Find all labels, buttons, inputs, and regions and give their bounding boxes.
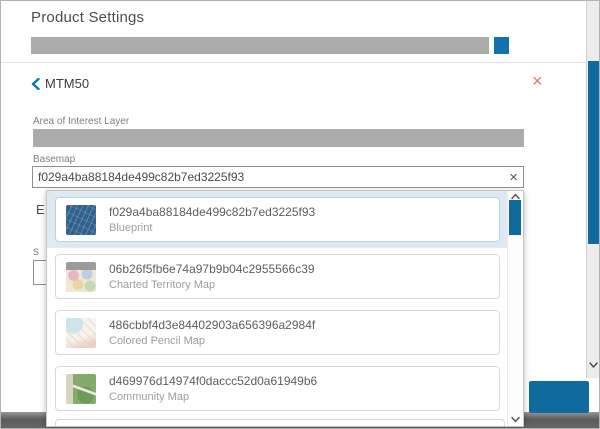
panel-scrollbar[interactable] (586, 1, 599, 378)
clear-input-icon[interactable]: × (509, 168, 518, 187)
dropdown-scroll-up-icon[interactable] (511, 193, 520, 200)
dropdown-scroll-down-icon[interactable] (511, 416, 520, 423)
basemap-option[interactable]: 06b26f5fb6e74a97b9b04c2955566c39 Charted… (55, 254, 500, 299)
basemap-thumbnail (66, 205, 96, 235)
blue-square-marker (494, 37, 509, 54)
page-title: Product Settings (31, 9, 144, 26)
close-icon[interactable]: × (532, 72, 543, 90)
basemap-item-name: Colored Pencil Map (109, 335, 315, 347)
basemap-option-card[interactable]: f029a4ba88184de499c82b7ed3225f93 Bluepri… (55, 197, 500, 242)
basemap-option[interactable]: d469976d14974f0daccc52d0a61949b6 Communi… (55, 366, 500, 411)
basemap-option[interactable]: f029a4ba88184de499c82b7ed3225f93 Bluepri… (47, 191, 508, 248)
basemap-item-id: f029a4ba88184de499c82b7ed3225f93 (109, 205, 315, 219)
back-button[interactable]: MTM50 (31, 76, 89, 91)
basemap-label: Basemap (33, 154, 75, 165)
basemap-option-texts: f029a4ba88184de499c82b7ed3225f93 Bluepri… (109, 205, 315, 234)
scroll-down-icon[interactable] (589, 361, 598, 369)
redacted-bar-top (31, 37, 489, 54)
basemap-thumbnail (66, 262, 96, 292)
basemap-dropdown-list: f029a4ba88184de499c82b7ed3225f93 Bluepri… (47, 191, 508, 411)
area-of-interest-field-redacted[interactable] (33, 129, 524, 147)
product-settings-dialog: Product Settings MTM50 × Area of Interes… (0, 0, 600, 429)
area-of-interest-label: Area of Interest Layer (33, 116, 129, 127)
occluded-label-s: S (33, 247, 39, 257)
basemap-thumbnail (66, 318, 96, 348)
back-chevron-icon (31, 78, 40, 90)
basemap-item-id: 06b26f5fb6e74a97b9b04c2955566c39 (109, 262, 315, 276)
basemap-option-card[interactable]: 06b26f5fb6e74a97b9b04c2955566c39 Charted… (55, 254, 500, 299)
basemap-option-card[interactable]: 486cbbf4d3e84402903a656396a2984f Colored… (55, 310, 500, 355)
basemap-option[interactable]: 486cbbf4d3e84402903a656396a2984f Colored… (55, 310, 500, 355)
basemap-item-name: Community Map (109, 391, 317, 403)
basemap-item-name: Blueprint (109, 222, 315, 234)
basemap-input[interactable] (33, 167, 523, 187)
basemap-dropdown: f029a4ba88184de499c82b7ed3225f93 Bluepri… (46, 190, 524, 427)
list-item-partial[interactable] (55, 419, 505, 427)
occluded-input-fragment[interactable] (33, 260, 47, 285)
basemap-input-wrap: × (32, 166, 524, 188)
dropdown-scrollbar[interactable] (507, 191, 522, 426)
occluded-label-e: E (36, 202, 45, 217)
basemap-item-id: d469976d14974f0daccc52d0a61949b6 (109, 374, 317, 388)
dropdown-scrollbar-thumb[interactable] (509, 200, 521, 235)
basemap-thumbnail (66, 374, 96, 404)
basemap-item-name: Charted Territory Map (109, 279, 315, 291)
basemap-option-card[interactable]: d469976d14974f0daccc52d0a61949b6 Communi… (55, 366, 500, 411)
panel-title: MTM50 (45, 76, 89, 91)
basemap-option-texts: 06b26f5fb6e74a97b9b04c2955566c39 Charted… (109, 262, 315, 291)
panel-scrollbar-thumb[interactable] (588, 61, 599, 244)
header-divider (1, 62, 588, 63)
basemap-item-id: 486cbbf4d3e84402903a656396a2984f (109, 318, 315, 332)
basemap-option-texts: 486cbbf4d3e84402903a656396a2984f Colored… (109, 318, 315, 347)
basemap-option-texts: d469976d14974f0daccc52d0a61949b6 Communi… (109, 374, 317, 403)
primary-action-button[interactable] (529, 381, 589, 413)
